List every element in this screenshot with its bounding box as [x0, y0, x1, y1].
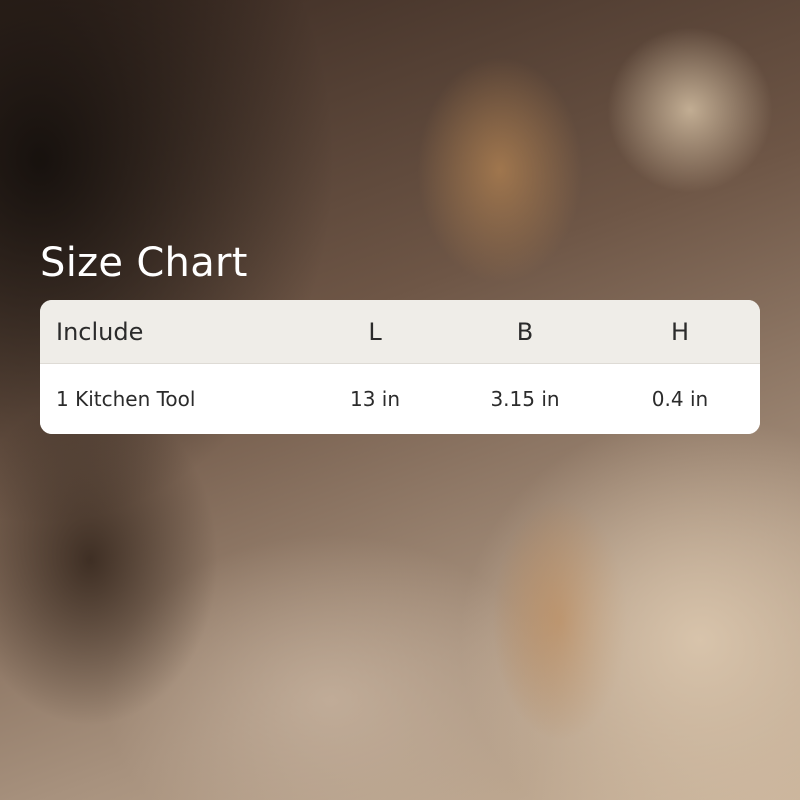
header-include: Include [56, 317, 144, 346]
header-height: H [670, 317, 690, 346]
cell-length: 13 in [349, 387, 401, 411]
header-breadth: B [516, 317, 534, 346]
size-chart-table: Include L B H 1 Kitchen Tool 13 in 3.15 … [40, 300, 760, 434]
cell-include: 1 Kitchen Tool [56, 387, 196, 411]
table-header-row: Include L B H [40, 300, 760, 364]
table-row: 1 Kitchen Tool 13 in 3.15 in 0.4 in [40, 364, 760, 434]
cell-height: 0.4 in [651, 387, 709, 411]
page-title: Size Chart [40, 240, 248, 286]
cell-breadth: 3.15 in [490, 387, 560, 411]
header-length: L [368, 317, 382, 346]
